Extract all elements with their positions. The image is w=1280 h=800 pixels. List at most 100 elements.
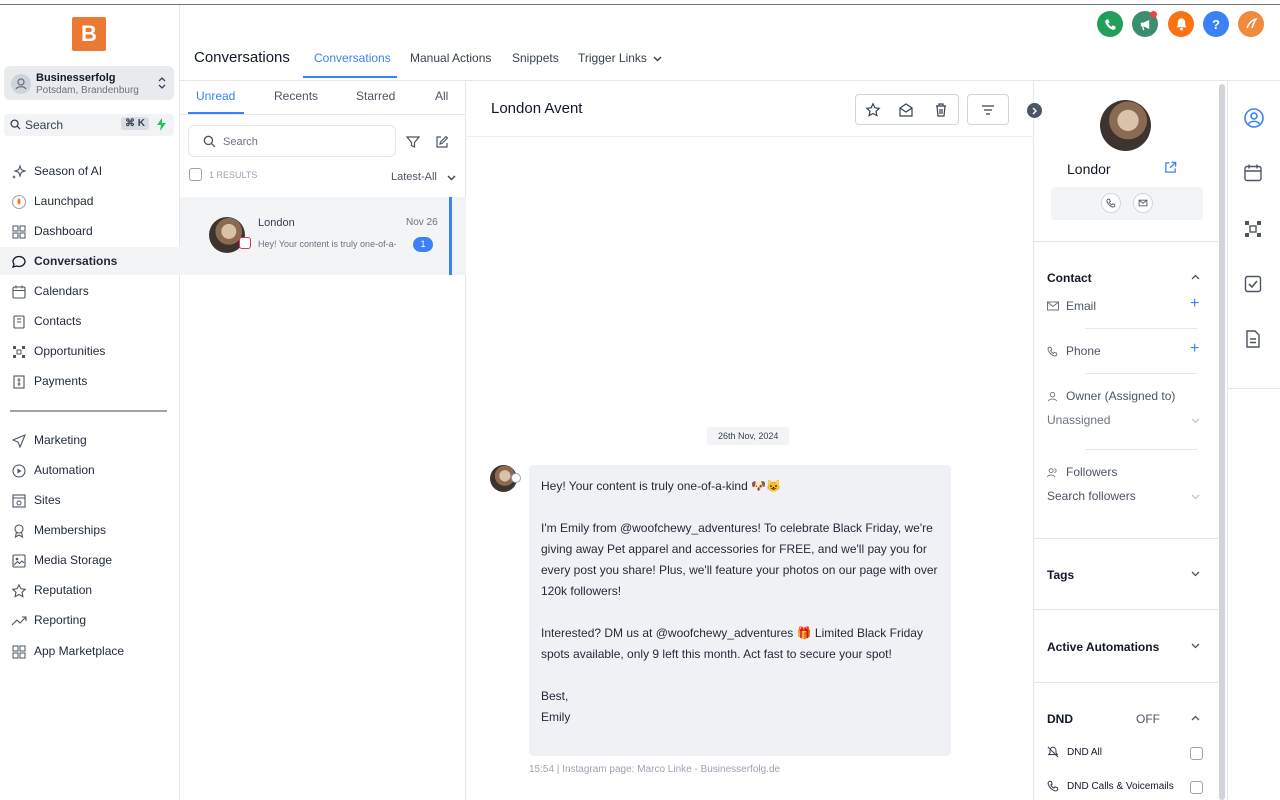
sidebar-search[interactable]: Search ⌘ K [4, 114, 174, 136]
sidebar-item-label: Launchpad [34, 194, 94, 208]
selected-indicator [449, 197, 452, 275]
dnd-section-title[interactable]: DND [1047, 712, 1073, 726]
filter-tab-all[interactable]: All [435, 89, 448, 103]
sidebar-item-season-of-ai[interactable]: Season of AI [0, 157, 180, 185]
filter-tab-starred[interactable]: Starred [356, 89, 395, 103]
sort-button[interactable] [967, 94, 1009, 125]
tab-snippets[interactable]: Snippets [512, 51, 559, 65]
chat-header-divider [466, 136, 1033, 137]
phone-icon[interactable] [1097, 11, 1123, 37]
conversation-search-input[interactable]: Search [188, 125, 396, 157]
results-count: 1 RESULTS [209, 170, 258, 180]
sidebar-item-memberships[interactable]: Memberships [0, 516, 180, 544]
chevron-down-icon[interactable] [1191, 494, 1200, 500]
contact-panel-scrollbar[interactable] [1219, 84, 1225, 800]
page-title: Conversations [194, 49, 290, 66]
sidebar-item-contacts[interactable]: Contacts [0, 307, 180, 335]
search-icon [203, 135, 216, 148]
chevron-down-icon[interactable] [1191, 643, 1200, 649]
send-icon [11, 433, 27, 449]
star-button[interactable] [855, 94, 890, 125]
bell-off-icon [1047, 746, 1059, 758]
call-button[interactable] [1101, 193, 1121, 213]
filter-icon[interactable] [406, 135, 420, 149]
chevron-up-icon[interactable] [1191, 274, 1200, 280]
user-avatar[interactable] [1238, 11, 1264, 37]
sidebar-item-conversations[interactable]: Conversations [0, 247, 180, 275]
dnd-calls-checkbox[interactable] [1190, 781, 1203, 794]
filter-tab-recents[interactable]: Recents [274, 89, 318, 103]
notification-dot [1150, 11, 1157, 18]
followers-select[interactable]: Search followers [1047, 489, 1136, 503]
tab-conversations[interactable]: Conversations [314, 51, 391, 65]
sidebar-item-launchpad[interactable]: Launchpad [0, 187, 180, 215]
pipeline-icon [11, 344, 27, 360]
sidebar-item-media-storage[interactable]: Media Storage [0, 546, 180, 574]
sidebar-item-sites[interactable]: Sites [0, 486, 180, 514]
add-phone-button[interactable]: + [1190, 340, 1199, 358]
date-separator: 26th Nov, 2024 [707, 427, 790, 445]
bolt-icon[interactable] [156, 118, 167, 131]
sidebar-item-opportunities[interactable]: Opportunities [0, 337, 180, 365]
pipeline-icon[interactable] [1243, 219, 1263, 239]
followers-label: Followers [1066, 465, 1118, 479]
sidebar-item-dashboard[interactable]: Dashboard [0, 217, 180, 245]
chevron-down-icon[interactable] [447, 175, 456, 181]
contact-section-title[interactable]: Contact [1047, 271, 1092, 285]
collapse-panel-button[interactable] [1027, 103, 1042, 118]
tab-trigger-links[interactable]: Trigger Links [578, 51, 647, 65]
email-field: Email [1047, 299, 1096, 313]
conversation-item[interactable]: London Nov 26 Hey! Your content is truly… [180, 197, 466, 275]
calendar-icon[interactable] [1243, 163, 1263, 183]
sort-dropdown[interactable]: Latest-All [391, 171, 437, 183]
contact-profile-icon[interactable] [1243, 107, 1265, 129]
chevron-up-icon[interactable] [1191, 715, 1200, 721]
sidebar-item-marketing[interactable]: Marketing [0, 426, 180, 454]
grid-icon [11, 644, 27, 660]
mark-unread-button[interactable] [889, 94, 924, 125]
select-all-checkbox[interactable] [189, 168, 202, 181]
filter-tabs-divider [180, 114, 466, 115]
account-switcher[interactable]: Businesserfolg Potsdam, Brandenburg [4, 66, 174, 100]
chevron-down-icon[interactable] [653, 56, 662, 62]
delete-button[interactable] [923, 94, 959, 125]
tab-manual-actions[interactable]: Manual Actions [410, 51, 491, 65]
chevron-down-icon[interactable] [1191, 418, 1200, 424]
automations-section-title[interactable]: Active Automations [1047, 640, 1159, 654]
email-label: Email [1066, 299, 1097, 313]
top-header: Conversations Conversations Manual Actio… [180, 5, 1280, 81]
section-divider [1034, 538, 1218, 539]
sidebar-item-payments[interactable]: Payments [0, 367, 180, 395]
phone-label: Phone [1066, 344, 1101, 358]
account-location: Potsdam, Brandenburg [36, 85, 139, 96]
task-check-icon[interactable] [1243, 274, 1263, 294]
instagram-icon [239, 237, 251, 249]
external-link-icon[interactable] [1164, 161, 1177, 174]
bell-icon[interactable] [1168, 11, 1194, 37]
notes-icon[interactable] [1243, 329, 1263, 349]
compose-icon[interactable] [435, 135, 449, 149]
email-button[interactable] [1133, 193, 1153, 213]
tags-section-title[interactable]: Tags [1047, 568, 1074, 582]
chevron-down-icon[interactable] [1191, 571, 1200, 577]
add-email-button[interactable]: + [1190, 295, 1199, 313]
sidebar-item-reporting[interactable]: Reporting [0, 606, 180, 634]
owner-field: Owner (Assigned to) [1047, 389, 1175, 403]
quick-actions-box [1051, 187, 1203, 220]
dnd-all-label: DND All [1067, 747, 1103, 758]
sidebar-item-app-marketplace[interactable]: App Marketplace [0, 637, 180, 665]
filter-tab-unread[interactable]: Unread [196, 89, 235, 103]
dnd-all-checkbox[interactable] [1190, 747, 1203, 760]
sidebar-item-calendars[interactable]: Calendars [0, 277, 180, 305]
image-icon [11, 553, 27, 569]
sidebar-item-label: App Marketplace [34, 644, 125, 658]
search-label: Search [25, 118, 64, 132]
sidebar-item-reputation[interactable]: Reputation [0, 576, 180, 604]
owner-select[interactable]: Unassigned [1047, 413, 1110, 427]
envelope-open-icon [899, 102, 913, 117]
sidebar-item-automation[interactable]: Automation [0, 456, 180, 484]
megaphone-icon[interactable] [1132, 11, 1158, 37]
phone-icon [1106, 198, 1116, 208]
company-logo[interactable]: B [72, 17, 106, 51]
help-icon[interactable]: ? [1203, 11, 1229, 37]
